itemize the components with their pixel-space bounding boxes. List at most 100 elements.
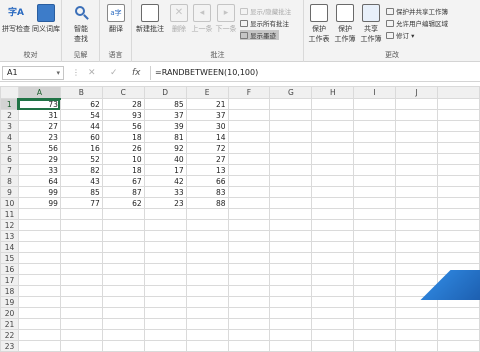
cell[interactable]	[269, 197, 313, 209]
cell[interactable]	[269, 340, 313, 352]
cell[interactable]	[395, 109, 438, 121]
cell[interactable]	[185, 219, 229, 231]
cell[interactable]	[395, 175, 438, 187]
cell[interactable]	[143, 274, 187, 286]
row-header[interactable]: 17	[0, 274, 19, 286]
delete-comment-button[interactable]: ✕ 删除	[168, 4, 190, 34]
cell[interactable]	[59, 208, 103, 220]
cell[interactable]	[269, 274, 313, 286]
column-header-d[interactable]: D	[143, 86, 187, 99]
protect-and-share-button[interactable]: 保护并共享工作簿	[386, 6, 448, 16]
cell[interactable]	[185, 208, 229, 220]
cell[interactable]	[311, 186, 355, 198]
cell[interactable]	[395, 142, 438, 154]
cell[interactable]: 43	[59, 175, 103, 187]
row-header[interactable]: 3	[0, 120, 19, 132]
cell[interactable]	[143, 263, 187, 275]
cell[interactable]	[395, 340, 438, 352]
cell[interactable]	[353, 285, 397, 297]
name-box[interactable]: A1 ▾	[2, 66, 64, 80]
cell[interactable]	[185, 241, 229, 253]
cell[interactable]	[269, 153, 313, 165]
cell[interactable]	[17, 219, 61, 231]
cell[interactable]: 83	[185, 186, 229, 198]
cell[interactable]	[395, 153, 438, 165]
cell[interactable]	[59, 285, 103, 297]
cell[interactable]: 44	[59, 120, 103, 132]
cell[interactable]	[311, 285, 355, 297]
cell[interactable]	[17, 241, 61, 253]
cell[interactable]: 27	[17, 120, 61, 132]
cell[interactable]	[395, 131, 438, 143]
cell[interactable]	[59, 219, 103, 231]
cell[interactable]	[59, 252, 103, 264]
cell[interactable]	[353, 175, 397, 187]
cell[interactable]	[227, 274, 271, 286]
protect-workbook-button[interactable]: 保护 工作簿	[332, 4, 358, 44]
cell[interactable]	[395, 318, 438, 330]
cell[interactable]: 33	[143, 186, 187, 198]
cell[interactable]: 27	[185, 153, 229, 165]
cell[interactable]: 85	[143, 98, 187, 110]
cell[interactable]	[227, 109, 271, 121]
cell[interactable]	[59, 318, 103, 330]
cell[interactable]	[437, 120, 480, 132]
cell[interactable]: 99	[17, 197, 61, 209]
cell[interactable]	[227, 241, 271, 253]
cell[interactable]: 37	[143, 109, 187, 121]
cell[interactable]	[311, 252, 355, 264]
cell[interactable]	[395, 164, 438, 176]
cell[interactable]	[143, 219, 187, 231]
cell[interactable]: 81	[143, 131, 187, 143]
cell[interactable]	[227, 252, 271, 264]
cell[interactable]: 30	[185, 120, 229, 132]
cell[interactable]: 56	[17, 142, 61, 154]
cell[interactable]: 37	[185, 109, 229, 121]
cell[interactable]	[269, 307, 313, 319]
cell[interactable]	[269, 175, 313, 187]
column-header-i[interactable]: I	[353, 86, 397, 99]
cell[interactable]	[185, 285, 229, 297]
cell[interactable]	[269, 230, 313, 242]
cell[interactable]	[353, 164, 397, 176]
row-header[interactable]: 2	[0, 109, 19, 121]
share-workbook-button[interactable]: 共享 工作簿	[358, 4, 384, 44]
cell[interactable]: 40	[143, 153, 187, 165]
cell[interactable]	[353, 208, 397, 220]
cell[interactable]	[269, 98, 313, 110]
cell[interactable]	[311, 131, 355, 143]
row-header[interactable]: 16	[0, 263, 19, 275]
cell[interactable]	[311, 296, 355, 308]
cell[interactable]: 17	[143, 164, 187, 176]
row-header[interactable]: 6	[0, 153, 19, 165]
cell[interactable]: 42	[143, 175, 187, 187]
cell[interactable]: 66	[185, 175, 229, 187]
cell[interactable]	[437, 197, 480, 209]
cell[interactable]	[353, 329, 397, 341]
cell[interactable]	[311, 307, 355, 319]
cell[interactable]	[311, 230, 355, 242]
cell[interactable]	[143, 340, 187, 352]
row-header[interactable]: 15	[0, 252, 19, 264]
cell[interactable]	[17, 329, 61, 341]
cell[interactable]	[227, 208, 271, 220]
cell[interactable]	[143, 285, 187, 297]
cell[interactable]	[185, 296, 229, 308]
cell[interactable]	[143, 329, 187, 341]
cell[interactable]	[185, 252, 229, 264]
cell[interactable]: 72	[185, 142, 229, 154]
cell[interactable]	[269, 241, 313, 253]
column-header-g[interactable]: G	[269, 86, 313, 99]
cell[interactable]	[227, 296, 271, 308]
cell[interactable]: 10	[101, 153, 145, 165]
cell[interactable]	[353, 131, 397, 143]
column-header-c[interactable]: C	[101, 86, 145, 99]
cell[interactable]: 82	[59, 164, 103, 176]
cell[interactable]	[311, 263, 355, 275]
row-header[interactable]: 21	[0, 318, 19, 330]
name-box-dropdown-icon[interactable]: ▾	[56, 67, 60, 79]
cell[interactable]	[143, 230, 187, 242]
cell[interactable]	[437, 318, 480, 330]
cell[interactable]: 52	[59, 153, 103, 165]
row-header[interactable]: 18	[0, 285, 19, 297]
